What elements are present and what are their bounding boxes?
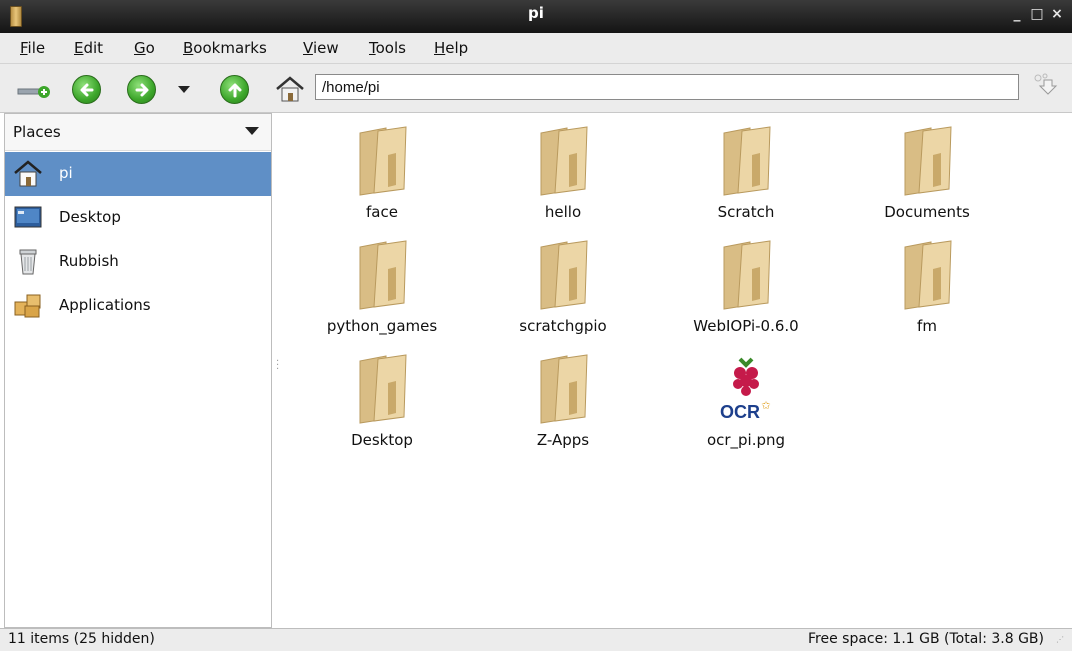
menu-view[interactable]: View — [303, 39, 339, 57]
trash-icon — [19, 249, 37, 275]
history-dropdown-button[interactable] — [176, 82, 192, 96]
svg-text:✩: ✩ — [761, 399, 770, 412]
chevron-down-icon — [245, 127, 259, 135]
folder-icon — [352, 125, 412, 199]
file-name: Scratch — [717, 203, 775, 221]
file-item-ocr-pi-png[interactable]: OCR ✩ ocr_pi.png — [656, 353, 836, 449]
file-item-desktop[interactable]: Desktop — [292, 353, 472, 449]
sidebar-item-label: Desktop — [59, 208, 121, 226]
forward-arrow-icon — [135, 83, 148, 96]
sidebar-item-pi[interactable]: pi — [5, 152, 271, 196]
sidebar-item-rubbish[interactable]: Rubbish — [5, 240, 271, 284]
home-icon — [14, 160, 42, 187]
go-button[interactable] — [1030, 72, 1064, 104]
file-name: fm — [917, 317, 937, 335]
file-name: python_games — [326, 317, 438, 335]
folder-icon — [897, 125, 957, 199]
menu-tools[interactable]: Tools — [369, 39, 406, 57]
back-button[interactable] — [72, 75, 101, 104]
folder-icon — [716, 125, 776, 199]
home-button[interactable] — [274, 74, 306, 104]
image-thumbnail: OCR ✩ — [716, 353, 776, 427]
sidebar-item-label: Applications — [59, 296, 151, 314]
new-tab-icon — [17, 86, 50, 98]
back-arrow-icon — [80, 83, 93, 96]
folder-icon — [897, 239, 957, 313]
places-label: Places — [13, 123, 61, 141]
new-tab-button[interactable] — [16, 78, 52, 100]
menu-help[interactable]: Help — [434, 39, 468, 57]
menu-go[interactable]: Go — [134, 39, 155, 57]
file-item-python-games[interactable]: python_games — [292, 239, 472, 335]
file-item-z-apps[interactable]: Z-Apps — [473, 353, 653, 449]
status-bar: 11 items (25 hidden) Free space: 1.1 GB … — [0, 628, 1072, 651]
file-name: Documents — [884, 203, 970, 221]
file-name: WebIOPi-0.6.0 — [693, 317, 799, 335]
location-input[interactable] — [315, 74, 1019, 100]
forward-button[interactable] — [127, 75, 156, 104]
item-count: 11 items (25 hidden) — [8, 631, 155, 647]
menu-bar: File Edit Go Bookmarks View Tools Help — [0, 33, 1072, 64]
folder-icon — [352, 353, 412, 427]
resize-grip-icon[interactable]: ⋰ — [1056, 635, 1066, 645]
file-item-documents[interactable]: Documents — [837, 125, 1017, 221]
places-header[interactable]: Places — [5, 114, 271, 151]
pane-splitter-handle[interactable]: · · · — [276, 357, 279, 380]
svg-text:OCR: OCR — [720, 402, 760, 422]
title-bar: pi _ □ × — [0, 0, 1072, 33]
file-item-face[interactable]: face — [292, 125, 472, 221]
menu-bookmarks[interactable]: Bookmarks — [183, 39, 267, 57]
maximize-button[interactable]: □ — [1030, 6, 1044, 22]
file-item-fm[interactable]: fm — [837, 239, 1017, 335]
sidebar-item-label: Rubbish — [59, 252, 119, 270]
sidebar-item-applications[interactable]: Applications — [5, 284, 271, 328]
file-name: face — [366, 203, 398, 221]
up-arrow-icon — [228, 83, 241, 97]
places-sidebar: Places pi Desktop Rubbish Applications — [4, 113, 272, 628]
raspberry-pi-logo-icon: OCR ✩ — [720, 357, 771, 422]
window-title: pi — [528, 4, 544, 22]
file-view: face hello Scratch Documents python_game… — [282, 113, 1068, 628]
file-name: Z-Apps — [536, 431, 590, 449]
close-button[interactable]: × — [1050, 6, 1064, 22]
file-name: hello — [544, 203, 582, 221]
file-item-scratch[interactable]: Scratch — [656, 125, 836, 221]
file-name: ocr_pi.png — [706, 431, 786, 449]
folder-icon — [533, 353, 593, 427]
menu-file[interactable]: File — [20, 39, 45, 57]
free-space: Free space: 1.1 GB (Total: 3.8 GB) — [808, 631, 1044, 647]
file-name: Desktop — [351, 431, 413, 449]
file-item-webiopi[interactable]: WebIOPi-0.6.0 — [656, 239, 836, 335]
file-item-scratchgpio[interactable]: scratchgpio — [473, 239, 653, 335]
desktop-icon — [14, 206, 42, 228]
folder-icon — [352, 239, 412, 313]
folder-icon — [533, 239, 593, 313]
applications-icon — [14, 294, 41, 318]
up-button[interactable] — [220, 75, 249, 104]
sidebar-item-desktop[interactable]: Desktop — [5, 196, 271, 240]
chevron-down-icon — [178, 86, 190, 93]
folder-icon — [533, 125, 593, 199]
home-icon — [276, 76, 304, 102]
menu-edit[interactable]: Edit — [74, 39, 103, 57]
minimize-button[interactable]: _ — [1010, 6, 1024, 22]
file-name: scratchgpio — [519, 317, 607, 335]
folder-icon — [716, 239, 776, 313]
sidebar-item-label: pi — [59, 164, 73, 182]
file-item-hello[interactable]: hello — [473, 125, 653, 221]
go-arrow-icon — [1034, 73, 1058, 95]
